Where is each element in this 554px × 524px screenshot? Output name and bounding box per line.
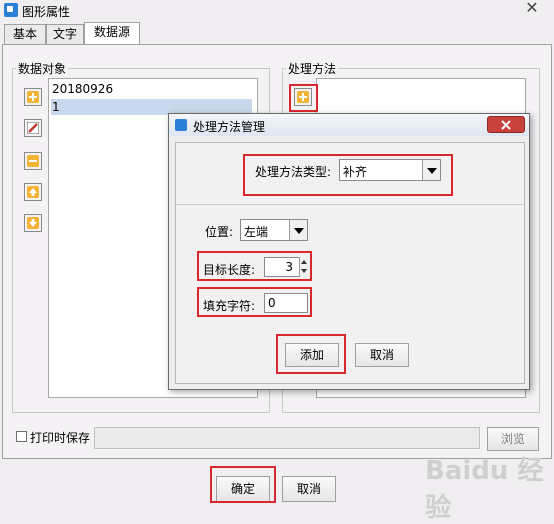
print-save-path-input[interactable]: [94, 427, 480, 449]
move-down-button[interactable]: [24, 214, 42, 232]
close-icon: [501, 120, 511, 130]
edit-data-object-button[interactable]: [24, 119, 42, 137]
close-icon[interactable]: ✕: [520, 0, 544, 18]
dialog-app-icon: [175, 119, 187, 131]
title-bar: 图形属性 ✕: [0, 0, 554, 20]
tab-text[interactable]: 文字: [46, 24, 84, 44]
print-save-label: 打印时保存: [30, 431, 91, 445]
highlight-target-length: [197, 251, 312, 281]
add-data-object-button[interactable]: [24, 88, 42, 106]
tab-data-source[interactable]: 数据源: [84, 22, 140, 44]
highlight-method-type: [243, 154, 453, 196]
dialog-close-button[interactable]: [487, 116, 525, 133]
dialog-cancel-button[interactable]: 取消: [355, 343, 409, 367]
dialog-title: 处理方法管理: [193, 120, 266, 134]
position-value: 左端: [244, 225, 269, 239]
print-save-checkbox[interactable]: [16, 431, 27, 442]
position-select[interactable]: 左端: [240, 219, 308, 241]
data-objects-label: 数据对象: [16, 60, 69, 77]
highlight-fill-char: [197, 287, 312, 317]
highlight-add-button: [276, 334, 346, 374]
move-up-button[interactable]: [24, 183, 42, 201]
move-down-icon: [27, 217, 39, 229]
highlight-add-method: [289, 84, 318, 112]
list-item[interactable]: 20180926: [51, 81, 252, 97]
remove-icon: [27, 155, 39, 167]
window-title: 图形属性: [22, 5, 71, 19]
tab-basic[interactable]: 基本: [4, 24, 46, 44]
edit-icon: [27, 122, 39, 134]
process-method-label: 处理方法: [286, 60, 339, 77]
remove-data-object-button[interactable]: [24, 152, 42, 170]
browse-button[interactable]: 浏览: [487, 427, 539, 451]
add-icon: [27, 91, 39, 103]
process-method-dialog: 处理方法管理 处理方法类型: 补齐 位置: 左端 目标长度: 3 填充字符: 0…: [168, 113, 530, 390]
position-label: 位置:: [205, 225, 234, 239]
dialog-title-bar: 处理方法管理: [169, 114, 529, 136]
divider: [175, 204, 525, 205]
chevron-down-icon[interactable]: [289, 220, 307, 240]
app-icon: [4, 3, 18, 17]
move-up-icon: [27, 186, 39, 198]
cancel-button[interactable]: 取消: [282, 476, 336, 502]
watermark: Baidu 经验: [425, 456, 544, 523]
highlight-ok-button: [210, 466, 276, 503]
